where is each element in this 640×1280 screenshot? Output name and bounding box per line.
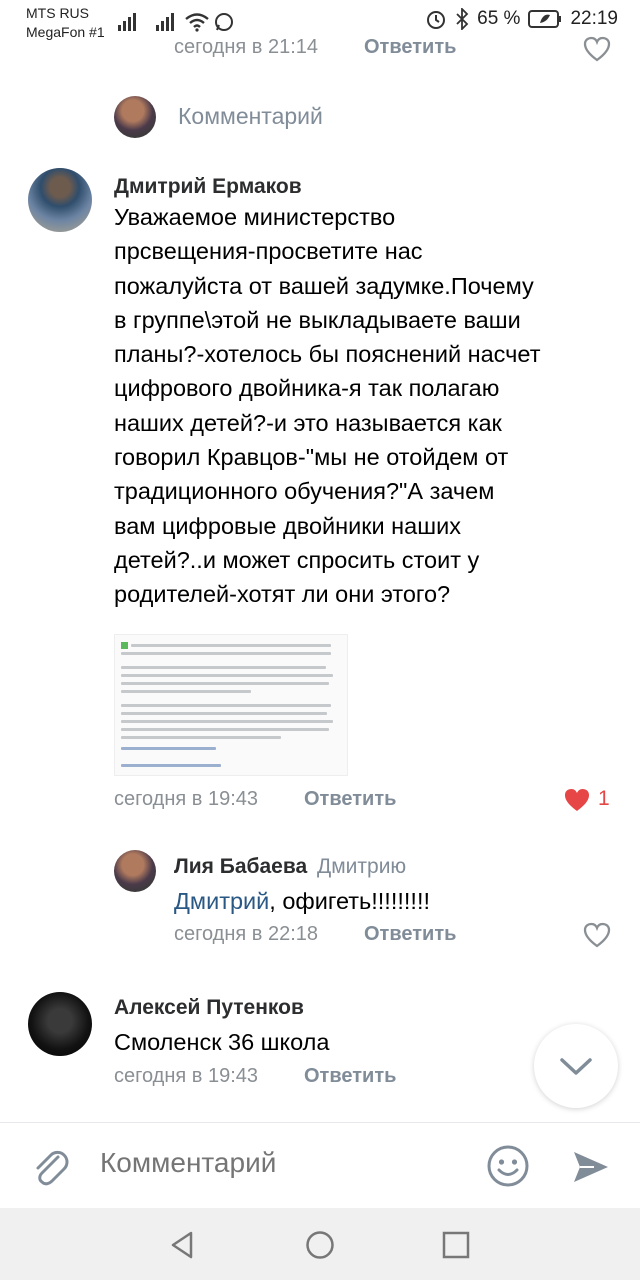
comment-time: сегодня в 22:18 [174, 923, 318, 945]
comment-time: сегодня в 19:43 [114, 788, 258, 810]
reply-button[interactable]: Ответить [304, 788, 396, 811]
avatar[interactable] [114, 96, 156, 138]
chevron-down-icon [560, 1058, 592, 1075]
avatar[interactable] [114, 850, 156, 892]
comment-text-line: традиционного обучения?"А зачем [114, 478, 495, 505]
reply-button[interactable]: Ответить [364, 923, 456, 946]
reply-button[interactable]: Ответить [304, 1065, 396, 1088]
comment-text-line: родителей-хотят ли они этого? [114, 581, 451, 608]
home-icon[interactable] [305, 1230, 335, 1260]
avatar[interactable] [28, 168, 92, 232]
battery-icon [528, 10, 562, 28]
comment-text-line: цифрового двойника-я так полагаю [114, 375, 500, 402]
paperclip-icon[interactable] [28, 1145, 72, 1189]
comment-text-line: Уважаемое министерство [114, 204, 396, 230]
heart-icon[interactable] [583, 36, 611, 62]
wifi-icon [185, 13, 209, 32]
signal-icon [156, 13, 174, 31]
reply-button[interactable]: Ответить [364, 36, 456, 59]
bluetooth-icon [456, 8, 469, 30]
comment-time: сегодня в 19:43 [114, 1065, 258, 1087]
back-icon[interactable] [168, 1230, 198, 1260]
comment-text-line: детей?..и может спросить стоит у [114, 546, 480, 573]
status-right: 65 % 22:19 [425, 8, 618, 30]
carrier-2: MegaFon #1 [26, 24, 105, 40]
comment-author[interactable]: Дмитрий Ермаков [114, 175, 302, 199]
whatsapp-icon [215, 13, 233, 31]
comment-text-line: вам цифровые двойники наших [114, 512, 461, 539]
check-icon [121, 642, 128, 649]
heart-icon[interactable] [563, 787, 591, 813]
comment-author[interactable]: Алексей Путенков [114, 996, 304, 1020]
author-name[interactable]: Лия Бабаева [174, 855, 307, 878]
signal-icon [118, 13, 136, 31]
carrier-info: MTS RUS MegaFon #1 [26, 4, 105, 42]
battery-percent: 65 % [477, 8, 521, 29]
scroll-down-button[interactable] [534, 1024, 618, 1108]
alarm-icon [427, 11, 446, 29]
reply-to[interactable]: Дмитрию [317, 855, 406, 878]
comment-input[interactable] [100, 1147, 470, 1179]
system-nav-bar [0, 1208, 640, 1280]
clock: 22:19 [570, 8, 618, 29]
comment-text-line: наших детей?-и это называется как [114, 409, 502, 436]
carrier-1: MTS RUS [26, 5, 89, 21]
comment-text-line: прсвещения-просветите нас [114, 238, 423, 265]
send-icon[interactable] [570, 1146, 612, 1188]
comment-text-line: в группе\этой не выкладываете ваши [114, 306, 521, 333]
recents-icon[interactable] [441, 1230, 471, 1260]
heart-icon[interactable] [583, 922, 611, 948]
status-bar: MTS RUS MegaFon #1 65 % 22:19 [0, 0, 640, 44]
comment-composer [0, 1122, 640, 1209]
comment-prompt[interactable]: Комментарий [178, 103, 323, 130]
comment-time: сегодня в 21:14 [174, 36, 318, 58]
comment-text: Дмитрий, офигеть!!!!!!!!! [174, 884, 430, 918]
attached-image[interactable] [114, 634, 348, 776]
like-count: 1 [598, 787, 610, 810]
mention-link[interactable]: Дмитрий [174, 888, 269, 914]
comment-text-line: пожалуйста от вашей задумке.Почему [114, 272, 534, 299]
comment-text-body: , офигеть!!!!!!!!! [269, 888, 430, 914]
comment-author: Лия Бабаева Дмитрию [174, 855, 406, 879]
comment-text-line: планы?-хотелось бы пояснений насчет [114, 341, 541, 368]
comment-text: Смоленск 36 школа [114, 1029, 330, 1055]
comment-text: Уважаемое министерство прсвещения-просве… [114, 200, 624, 612]
comment-text-line: говорил Кравцов-"мы не отойдем от [114, 444, 509, 471]
smile-icon[interactable] [486, 1144, 530, 1188]
avatar[interactable] [28, 992, 92, 1056]
